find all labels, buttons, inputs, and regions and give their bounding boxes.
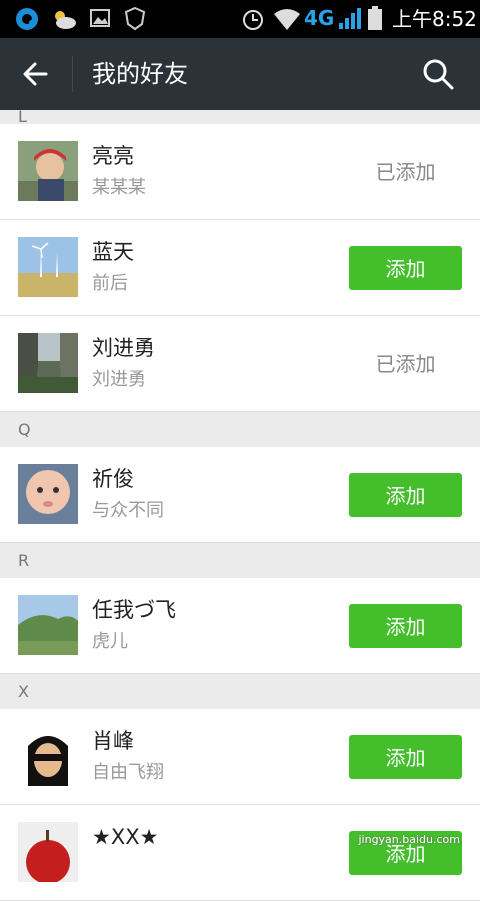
wifi-icon [274,9,300,30]
watermark: jingyan.baidu.com [358,833,460,846]
friend-name: 任我づ飞 [92,598,176,622]
friend-subtitle: 与众不同 [92,500,164,521]
friend-subtitle: 某某某 [92,177,146,198]
section-header: R [0,543,480,578]
list-item[interactable]: 肖峰 自由飞翔 添加 [0,709,480,805]
added-status: 已添加 [375,160,436,184]
add-friend-button[interactable]: 添加 [349,735,462,779]
app-header: 我的好友 [0,38,480,110]
friend-name: 肖峰 [92,729,134,753]
list-item[interactable]: ★XX★ 添加 [0,805,480,901]
back-arrow-icon[interactable] [18,56,54,92]
weather-icon [55,11,76,29]
header-divider [72,56,73,92]
friend-subtitle: 刘进勇 [92,369,146,390]
alarm-icon [243,10,263,30]
avatar [18,464,78,524]
add-friend-button[interactable]: 添加 [349,604,462,648]
friend-subtitle: 虎儿 [92,631,128,652]
list-item[interactable]: 亮亮 某某某 已添加 [0,124,480,220]
friend-name: ★XX★ [92,825,159,849]
image-notification-icon [90,9,110,27]
section-header: Q [0,412,480,447]
friend-subtitle: 前后 [92,273,128,294]
section-header: L [0,110,480,124]
avatar [18,237,78,297]
add-friend-button[interactable]: 添加 [349,246,462,290]
avatar [18,141,78,201]
section-header: X [0,674,480,709]
friend-name: 蓝天 [92,240,134,264]
add-friend-button[interactable]: 添加 [349,473,462,517]
friend-subtitle: 自由飞翔 [92,762,164,783]
avatar [18,822,78,882]
friend-name: 刘进勇 [92,336,155,360]
shield-icon [124,6,146,31]
list-item[interactable]: 刘进勇 刘进勇 已添加 [0,316,480,412]
signal-icon [339,8,361,29]
added-status: 已添加 [375,352,436,376]
avatar [18,333,78,393]
network-type-label: 4G [304,6,335,30]
friend-name: 亮亮 [92,144,134,168]
search-icon[interactable] [420,56,456,92]
avatar [18,595,78,655]
list-item[interactable]: 蓝天 前后 添加 [0,220,480,316]
friend-list[interactable]: L 亮亮 某某某 已添加 蓝天 前后 添加 刘进勇 刘进勇 已添加 Q 祈俊 与… [0,110,480,901]
battery-icon [368,6,382,30]
avatar [18,726,78,786]
app-notification-icon [16,8,38,30]
status-bar: 4G 上午8:52 [0,0,480,38]
list-item[interactable]: 任我づ飞 虎儿 添加 [0,578,480,674]
friend-name: 祈俊 [92,467,134,491]
page-title: 我的好友 [92,60,188,88]
list-item[interactable]: 祈俊 与众不同 添加 [0,447,480,543]
clock: 上午8:52 [392,7,477,31]
